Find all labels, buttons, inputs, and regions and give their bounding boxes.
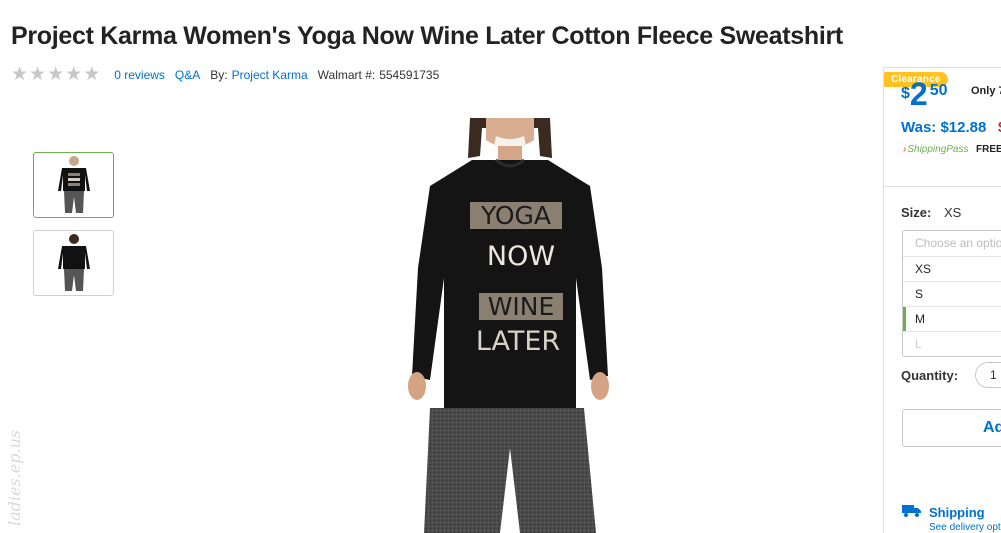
size-dropdown[interactable]: Choose an option XS S M L <box>902 230 1001 357</box>
stock-note: Only 7 <box>971 85 1001 97</box>
star-icon: ★ <box>65 64 83 85</box>
sweatshirt-front-thumbnail-image <box>57 156 90 213</box>
size-option-m[interactable]: M <box>903 306 1001 331</box>
truck-icon <box>902 505 921 517</box>
brand-link[interactable]: Project Karma <box>232 68 308 82</box>
walmart-number-label: Walmart #: <box>317 67 376 82</box>
was-price: Was: $12.88 <box>901 119 987 136</box>
star-icon: ★ <box>29 64 47 85</box>
size-option-placeholder: Choose an option <box>915 236 1001 250</box>
product-title: Project Karma Women's Yoga Now Wine Late… <box>11 22 843 50</box>
shirt-print-line-1: YOGA <box>480 201 551 230</box>
watermark: ladies.ep.us <box>5 430 24 526</box>
shipping-pass-label[interactable]: ›ShippingPass <box>903 144 969 155</box>
price-cents: 50 <box>929 82 948 99</box>
shirt-print-line-4: LATER <box>476 326 560 357</box>
product-meta: ★ ★ ★ ★ ★ 0 reviews Q&A By: Project Karm… <box>11 64 440 85</box>
reviews-link[interactable]: 0 reviews <box>114 68 165 82</box>
quantity-select[interactable]: 1 <box>975 362 1001 388</box>
size-selected-value: XS <box>944 205 962 220</box>
size-label: Size: <box>901 205 932 220</box>
add-to-cart-button[interactable]: Ad <box>902 409 1001 447</box>
free-shipping-text: FREE <box>976 144 1001 155</box>
delivery-options-link[interactable]: See delivery opt <box>929 522 1001 533</box>
shipping-pass-text: ShippingPass <box>907 144 969 155</box>
star-icon: ★ <box>83 64 101 85</box>
shirt-print-line-2: NOW <box>487 241 555 272</box>
star-icon: ★ <box>47 64 65 85</box>
shirt-print-line-3: WINE <box>488 292 555 321</box>
watermark-text: ladies.ep.us <box>5 430 24 526</box>
by-label: By: <box>210 67 228 82</box>
price-symbol: $ <box>901 85 910 102</box>
product-main-image[interactable]: YOGA NOW WINE LATER <box>400 118 615 533</box>
shipping-pass-chevron-icon: › <box>903 144 907 155</box>
size-option-l[interactable]: L <box>903 331 1001 356</box>
current-price: $ 2 50 <box>901 78 948 110</box>
shipping-title: Shipping <box>929 505 985 520</box>
size-option-xs[interactable]: XS <box>903 256 1001 281</box>
thumbnail-back[interactable] <box>33 230 114 296</box>
price-whole: 2 <box>909 76 928 112</box>
thumbnail-front[interactable] <box>33 152 114 218</box>
star-icon: ★ <box>11 64 29 85</box>
sweatshirt-back-thumbnail-image <box>57 234 90 291</box>
qa-link[interactable]: Q&A <box>175 68 200 82</box>
walmart-number: 554591735 <box>379 67 440 82</box>
divider <box>884 186 1001 187</box>
quantity-label: Quantity: <box>901 368 959 383</box>
size-option-s[interactable]: S <box>903 281 1001 306</box>
rating-stars[interactable]: ★ ★ ★ ★ ★ <box>11 64 101 85</box>
